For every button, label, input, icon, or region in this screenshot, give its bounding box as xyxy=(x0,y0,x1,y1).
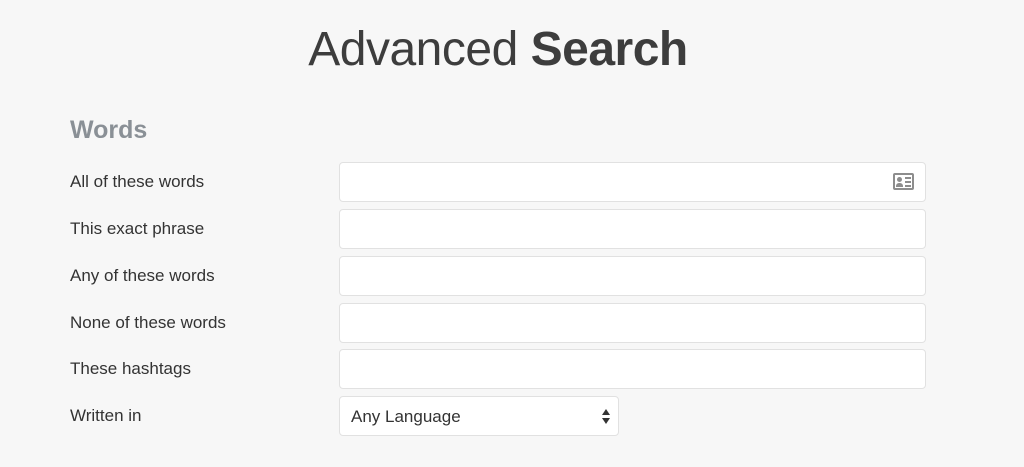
arrow-down-icon xyxy=(602,418,610,424)
contact-card-icon-line xyxy=(905,181,911,183)
any-of-these-words-input[interactable] xyxy=(339,256,926,296)
row-this-exact-phrase: This exact phrase xyxy=(0,209,1024,249)
label-any-of-these-words: Any of these words xyxy=(70,266,215,285)
row-none-of-these-words: None of these words xyxy=(0,303,1024,343)
page-title-light: Advanced xyxy=(308,23,518,76)
label-written-in: Written in xyxy=(70,406,142,425)
page-title-bold: Search xyxy=(530,23,689,76)
row-any-of-these-words: Any of these words xyxy=(0,256,1024,296)
contact-card-icon[interactable] xyxy=(893,173,914,190)
label-all-of-these-words: All of these words xyxy=(70,172,205,191)
language-select[interactable]: Any Language xyxy=(339,396,619,436)
select-arrows-icon xyxy=(602,408,610,426)
contact-card-icon-head xyxy=(897,177,902,182)
these-hashtags-input[interactable] xyxy=(339,349,926,389)
row-all-of-these-words: All of these words xyxy=(0,162,1024,202)
label-none-of-these-words: None of these words xyxy=(70,313,226,332)
row-written-in: Written in Any Language xyxy=(0,396,1024,436)
contact-card-icon-line xyxy=(905,177,911,179)
none-of-these-words-input[interactable] xyxy=(339,303,926,343)
contact-card-icon-line xyxy=(905,185,911,187)
section-title-words: Words xyxy=(70,116,148,144)
label-this-exact-phrase: This exact phrase xyxy=(70,219,205,238)
label-these-hashtags: These hashtags xyxy=(70,359,191,378)
advanced-search-page: Advanced Search Words All of these words… xyxy=(0,0,1024,467)
contact-card-icon-body xyxy=(896,183,903,187)
all-of-these-words-input[interactable] xyxy=(339,162,926,202)
row-these-hashtags: These hashtags xyxy=(0,349,1024,389)
arrow-up-icon xyxy=(602,409,610,415)
this-exact-phrase-input[interactable] xyxy=(339,209,926,249)
page-title: Advanced Search xyxy=(0,22,996,78)
language-select-value: Any Language xyxy=(351,407,461,426)
